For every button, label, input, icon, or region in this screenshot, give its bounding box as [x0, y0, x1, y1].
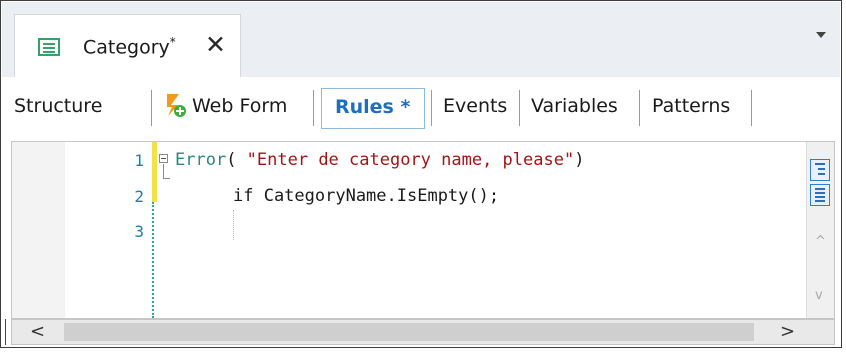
tab-separator [639, 90, 640, 126]
tab-separator [313, 90, 314, 126]
tab-variables[interactable]: Variables [531, 95, 618, 117]
saved-lines-marker [152, 202, 154, 318]
code-editor[interactable]: 1 2 3 Error( "Enter de category name, pl… [11, 141, 835, 319]
format-code-icon[interactable] [810, 184, 830, 206]
web-form-icon [167, 94, 186, 117]
scroll-up-icon[interactable]: ^ [815, 234, 826, 249]
editor-left-margin [12, 142, 65, 318]
scroll-left-icon[interactable]: < [30, 321, 45, 342]
tab-list-dropdown-icon[interactable] [816, 32, 826, 38]
document-tab-title: Category* [83, 35, 176, 59]
close-icon[interactable]: ✕ [205, 32, 226, 57]
scroll-down-icon[interactable]: v [815, 288, 823, 303]
horizontal-scrollbar[interactable]: < > [11, 319, 835, 345]
tab-rules-label: Rules * [335, 96, 411, 118]
code-line-2: if CategoryName.IsEmpty(); [233, 186, 500, 206]
line-number: 2 [134, 187, 144, 206]
tab-events[interactable]: Events [443, 95, 507, 117]
changed-lines-marker [152, 142, 157, 202]
left-edge-divider [5, 319, 6, 345]
tab-separator [519, 90, 520, 126]
fold-toggle-icon[interactable] [159, 154, 168, 163]
fold-guide [163, 164, 170, 179]
outline-view-icon[interactable] [810, 159, 830, 181]
tab-structure[interactable]: Structure [14, 95, 102, 117]
document-tab-category[interactable]: Category* ✕ [14, 14, 241, 78]
tab-web-form[interactable]: Web Form [192, 95, 287, 117]
line-number: 3 [134, 222, 144, 241]
rules-editor-window: Category* ✕ Structure Web Form Rules * E… [0, 0, 842, 348]
horizontal-scroll-thumb[interactable] [64, 323, 754, 341]
editor-side-strip: ^ v [806, 142, 834, 318]
transaction-icon [38, 38, 60, 56]
line-number: 1 [134, 151, 144, 170]
tab-patterns[interactable]: Patterns [652, 95, 730, 117]
scroll-right-icon[interactable]: > [780, 321, 795, 342]
document-tabstrip: Category* ✕ [2, 2, 840, 78]
object-section-tabs: Structure Web Form Rules * Events Variab… [2, 77, 840, 141]
tab-rules[interactable]: Rules * [321, 88, 425, 129]
tab-separator [431, 90, 432, 126]
indent-guide [233, 210, 234, 240]
tab-separator [151, 90, 152, 126]
tab-separator [751, 90, 752, 126]
code-line-1: Error( "Enter de category name, please") [175, 150, 585, 170]
